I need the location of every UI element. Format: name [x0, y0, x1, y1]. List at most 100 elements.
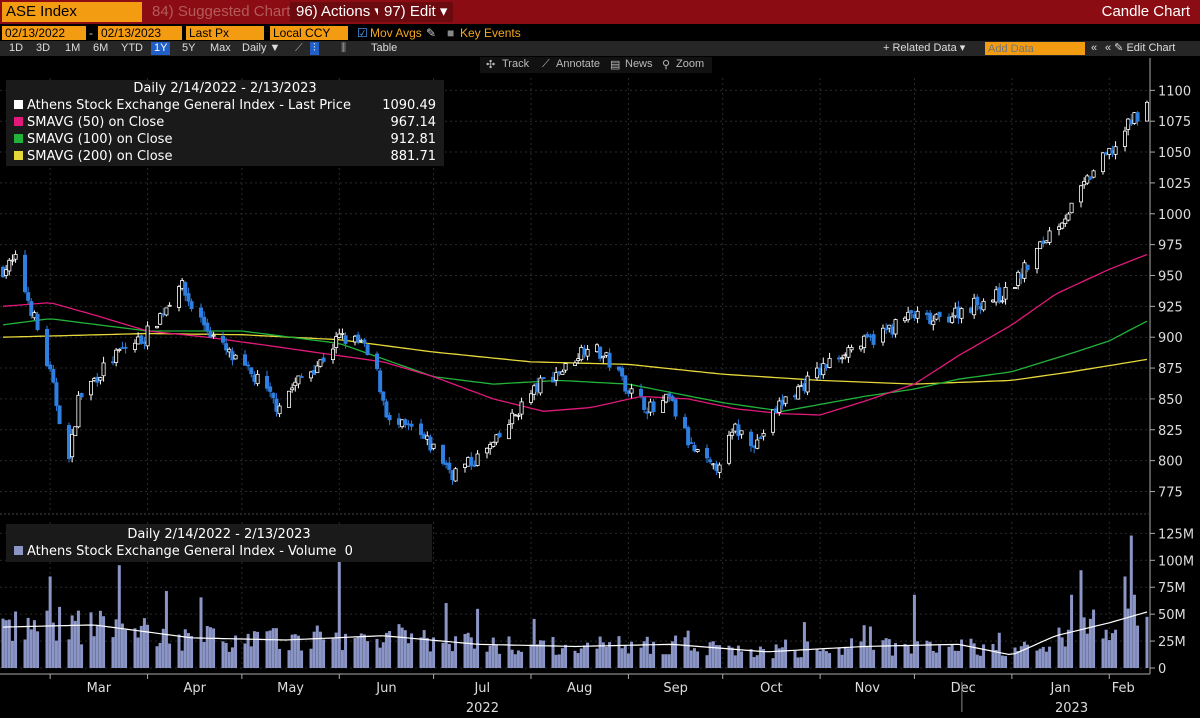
field-select[interactable]: Last Px	[186, 26, 264, 40]
candle-body	[695, 449, 700, 453]
mov-avgs-checkbox-icon[interactable]: ☑	[357, 26, 368, 40]
volume-bar	[362, 634, 366, 668]
actions-menu[interactable]: 96) Actions ▾	[290, 2, 388, 22]
candle-body	[843, 354, 848, 357]
volume-bar	[246, 633, 250, 668]
candle-body	[161, 313, 166, 316]
volume-bar	[384, 632, 388, 668]
collapse-icon[interactable]: «	[1088, 42, 1100, 55]
volume-bar	[762, 649, 766, 668]
related-data-button[interactable]: + Related Data ▾	[880, 42, 968, 55]
candle-body	[893, 319, 898, 335]
candle-body	[1123, 130, 1128, 147]
candle-body	[733, 423, 738, 432]
volume-bar	[287, 650, 291, 668]
range-1y[interactable]: 1Y	[151, 42, 171, 55]
volume-bar	[315, 625, 319, 668]
volume-bar	[114, 619, 118, 668]
volume-bar	[388, 631, 392, 668]
candle-body	[705, 448, 710, 459]
settings-bar: 02/13/2022 - 02/13/2023 Last Px Local CC…	[0, 25, 1200, 41]
candle-body	[10, 259, 15, 262]
volume-bar	[1016, 650, 1020, 668]
volume-bar	[774, 644, 778, 668]
add-data-input[interactable]	[985, 42, 1085, 55]
price-tick-label: 925	[1158, 300, 1183, 315]
period-select[interactable]: Daily ▼	[239, 42, 283, 55]
table-button[interactable]: Table	[368, 42, 400, 55]
volume-bar	[711, 641, 715, 668]
volume-bar	[865, 646, 869, 668]
candle-body	[469, 456, 474, 467]
legend-swatch-sma50	[14, 117, 23, 126]
range-1m[interactable]: 1M	[62, 42, 83, 55]
annotate-button[interactable]: Annotate	[556, 58, 600, 70]
candle-body	[758, 437, 763, 440]
candle-body	[755, 439, 760, 449]
track-icon[interactable]: ✣	[486, 58, 495, 71]
news-icon[interactable]: ▤	[610, 58, 620, 71]
end-date-input[interactable]: 02/13/2023	[98, 26, 182, 40]
volume-bar	[909, 653, 913, 668]
range-max[interactable]: Max	[207, 42, 234, 55]
volume-bar	[155, 646, 159, 668]
zoom-icon[interactable]: ⚲	[662, 58, 670, 71]
legend-swatch-price	[14, 100, 23, 109]
candle-body	[315, 365, 320, 373]
volume-bar	[205, 625, 209, 668]
candle-body	[400, 419, 405, 428]
ticker-field[interactable]: ASE Index	[2, 2, 142, 22]
candle-body	[183, 282, 188, 296]
range-1d[interactable]: 1D	[6, 42, 26, 55]
range-6m[interactable]: 6M	[90, 42, 111, 55]
candle-chart-icon[interactable]: ⫶	[310, 42, 319, 55]
line-chart-icon[interactable]: ⟋	[292, 42, 306, 55]
volume-bar	[994, 649, 998, 668]
candle-body	[884, 328, 889, 331]
volume-tick-label: 100M	[1158, 554, 1194, 569]
key-events-label[interactable]: Key Events	[460, 26, 521, 40]
price-tick-label: 1100	[1158, 84, 1191, 99]
annotate-icon[interactable]: ⟋	[542, 58, 550, 71]
volume-bar	[752, 657, 756, 668]
volume-bar	[256, 631, 260, 668]
volume-bar	[45, 610, 49, 668]
volume-bar	[472, 648, 476, 668]
pencil-icon[interactable]: ✎	[426, 26, 436, 40]
mov-avgs-label[interactable]: Mov Avgs	[370, 26, 422, 40]
currency-select[interactable]: Local CCY	[270, 26, 348, 40]
volume-bar	[212, 628, 216, 668]
volume-bar	[432, 637, 436, 668]
edit-menu[interactable]: 97) Edit ▾	[378, 2, 454, 22]
volume-bar	[1041, 646, 1045, 668]
price-tick-label: 825	[1158, 424, 1183, 439]
range-5y[interactable]: 5Y	[179, 42, 198, 55]
key-events-checkbox-icon[interactable]: ■	[447, 26, 454, 40]
candle-body	[22, 254, 27, 292]
track-button[interactable]: Track	[502, 58, 529, 70]
range-3d[interactable]: 3D	[33, 42, 53, 55]
range-ytd[interactable]: YTD	[118, 42, 146, 55]
volume-bar	[828, 653, 832, 668]
volume-bar	[806, 641, 810, 668]
volume-bar	[168, 643, 172, 668]
price-tick-label: 1000	[1158, 208, 1191, 223]
candle-body	[45, 329, 50, 366]
news-button[interactable]: News	[625, 58, 653, 70]
candle-body	[123, 346, 128, 349]
candle-body	[821, 363, 826, 376]
candle-body	[975, 296, 980, 306]
bar-style-icon[interactable]: ⫼	[338, 42, 349, 55]
volume-bar	[95, 625, 99, 668]
edit-chart-button[interactable]: « ✎ Edit Chart	[1102, 42, 1178, 55]
suggested-charts-button[interactable]: 84) Suggested Charts	[146, 2, 304, 22]
candle-body	[972, 297, 977, 316]
candle-body	[365, 344, 370, 356]
volume-bar	[14, 611, 18, 668]
candle-body	[774, 408, 779, 413]
candle-body	[1003, 287, 1008, 300]
start-date-input[interactable]: 02/13/2022	[2, 26, 86, 40]
candle-body	[139, 335, 144, 344]
candle-body	[617, 366, 622, 371]
zoom-button[interactable]: Zoom	[676, 58, 704, 70]
